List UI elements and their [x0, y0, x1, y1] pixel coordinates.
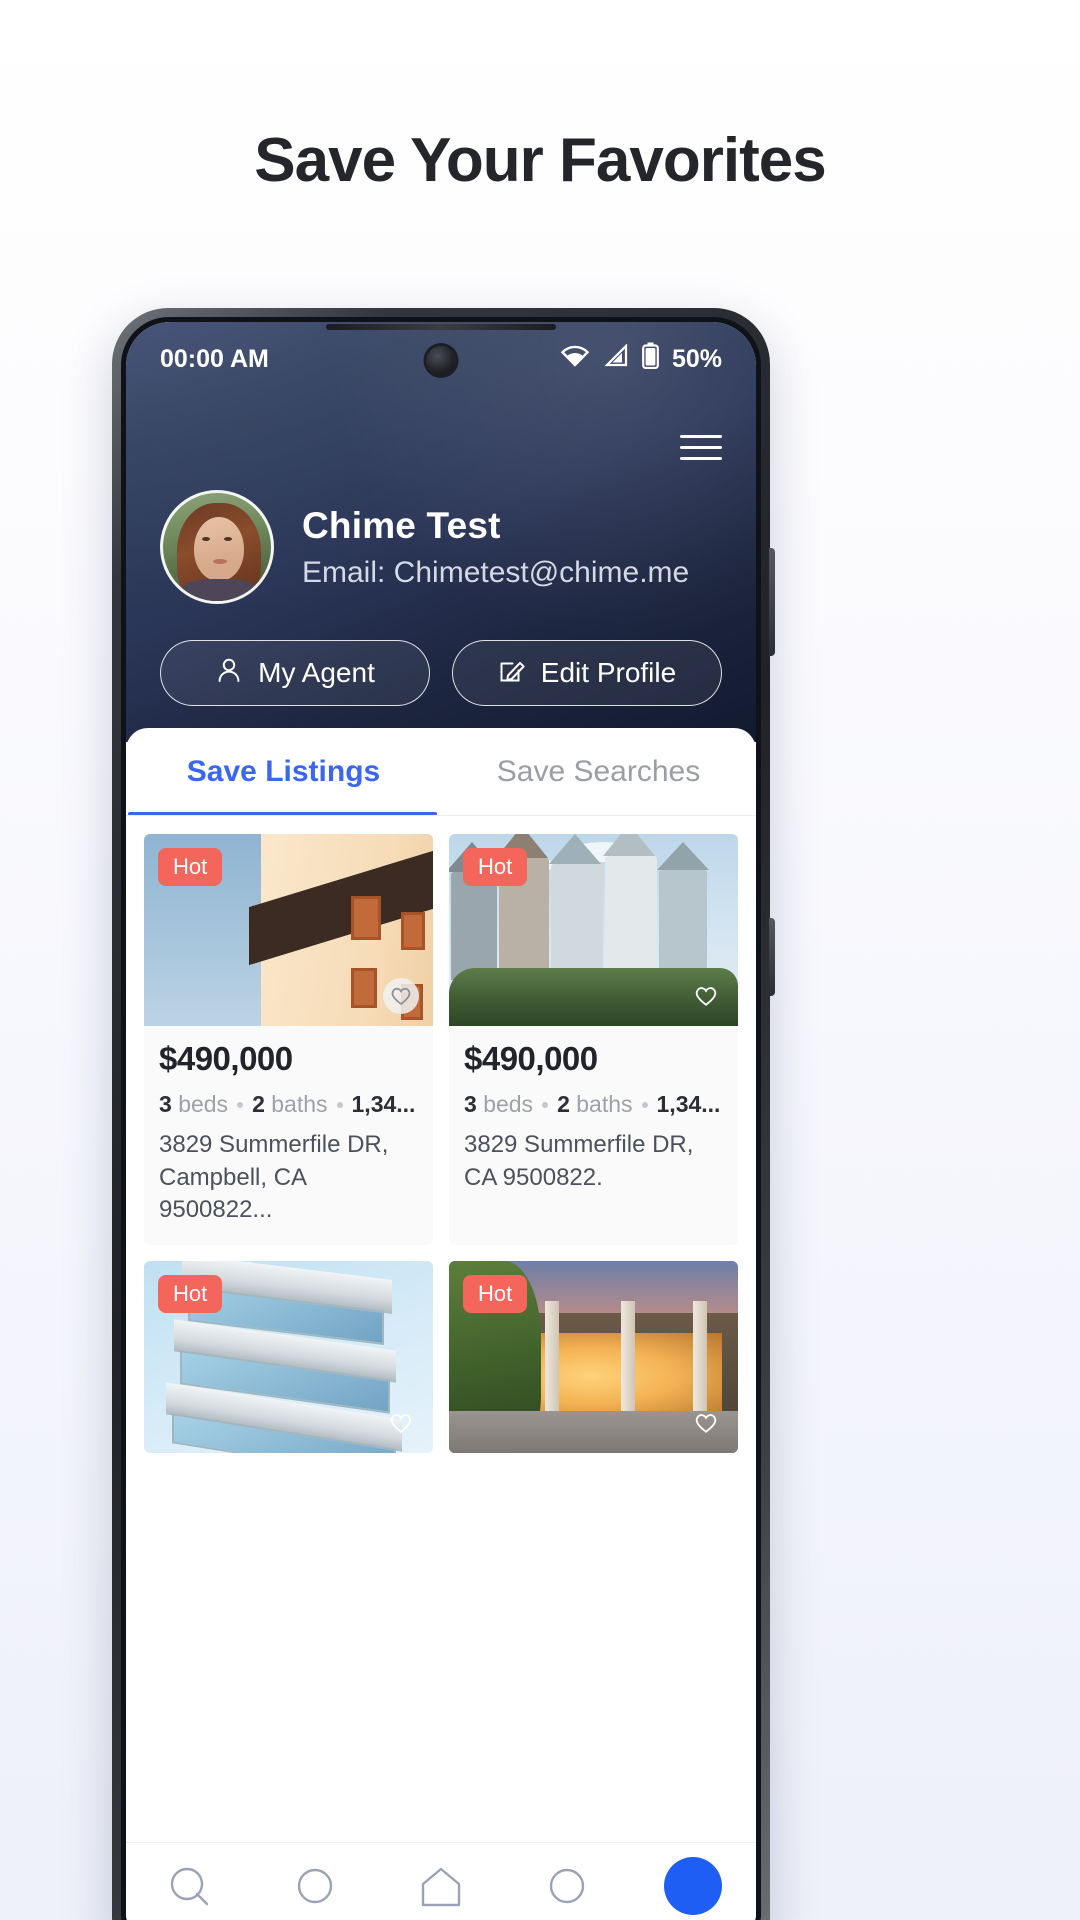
listing-price: $490,000 [464, 1040, 598, 1077]
phone-frame: 00:00 AM 50% Chime Test Email: Chimetest… [112, 308, 775, 1920]
tab-bar: Save Listings Save Searches [126, 728, 756, 816]
circle-icon[interactable] [286, 1857, 344, 1915]
listing-card[interactable]: Hot [449, 1260, 738, 1453]
earpiece-speaker [326, 324, 556, 330]
person-icon [215, 656, 243, 691]
hamburger-menu-icon[interactable] [680, 430, 722, 464]
hot-badge: Hot [463, 848, 528, 886]
baths-label: baths [271, 1091, 328, 1117]
beds-count: 3 [464, 1091, 477, 1117]
baths-count: 2 [557, 1091, 570, 1117]
status-time: 00:00 AM [160, 344, 269, 373]
sqft-value: 1,34... [656, 1091, 721, 1117]
listing-card[interactable]: Hot $490,000 3 beds 2 baths 1,34... 3829… [449, 834, 738, 1245]
tab-active-indicator [128, 812, 437, 816]
listing-card[interactable]: Hot [144, 1260, 433, 1453]
tab-save-listings[interactable]: Save Listings [126, 728, 441, 816]
profile-block: Chime Test Email: Chimetest@chime.me [126, 490, 756, 604]
listings-grid: Hot $490,000 3 beds 2 baths 1,34... 3829… [126, 816, 756, 1453]
favorite-heart-icon[interactable] [383, 978, 419, 1014]
profile-name: Chime Test [302, 504, 501, 546]
listing-specs: 3 beds 2 baths 1,34... [464, 1091, 723, 1118]
hot-badge: Hot [158, 848, 223, 886]
beds-count: 3 [159, 1091, 172, 1117]
beds-label: beds [483, 1091, 534, 1117]
content-sheet: Save Listings Save Searches Hot $490,000… [126, 728, 756, 1920]
battery-icon [642, 342, 659, 376]
my-agent-label: My Agent [258, 657, 375, 688]
listing-photo[interactable]: Hot [144, 834, 433, 1026]
avatar[interactable] [160, 490, 274, 604]
favorite-heart-icon[interactable] [688, 978, 724, 1014]
favorite-heart-icon[interactable] [383, 1405, 419, 1441]
listing-photo[interactable]: Hot [144, 1260, 433, 1453]
edit-profile-button[interactable]: Edit Profile [452, 640, 722, 706]
tab-save-searches[interactable]: Save Searches [441, 728, 756, 816]
signal-icon [603, 342, 629, 375]
volume-button[interactable] [769, 548, 775, 656]
edit-pencil-icon [498, 656, 526, 691]
favorite-heart-icon[interactable] [688, 1405, 724, 1441]
page-title: Save Your Favorites [254, 126, 826, 195]
edit-profile-label: Edit Profile [540, 657, 677, 688]
listing-address: 3829 Summerfile DR, CA 9500822. [464, 1131, 694, 1191]
search-icon[interactable] [160, 1857, 218, 1915]
listing-photo[interactable]: Hot [449, 834, 738, 1026]
phone-bezel: 00:00 AM 50% Chime Test Email: Chimetest… [121, 317, 761, 1920]
power-button[interactable] [769, 918, 775, 996]
battery-percent: 50% [671, 344, 722, 373]
header-actions: My Agent Edit Profile [126, 640, 756, 706]
baths-count: 2 [252, 1091, 265, 1117]
baths-label: baths [576, 1091, 633, 1117]
my-agent-button[interactable]: My Agent [160, 640, 430, 706]
listing-price: $490,000 [159, 1040, 293, 1077]
bottom-nav [126, 1842, 756, 1920]
listing-card[interactable]: Hot $490,000 3 beds 2 baths 1,34... 3829… [144, 834, 433, 1245]
listing-specs: 3 beds 2 baths 1,34... [159, 1091, 418, 1118]
home-icon[interactable] [412, 1857, 470, 1915]
phone-screen: 00:00 AM 50% Chime Test Email: Chimetest… [126, 322, 756, 1920]
app-header: 00:00 AM 50% Chime Test Email: Chimetest… [126, 322, 756, 742]
listing-photo[interactable]: Hot [449, 1260, 738, 1453]
beds-label: beds [178, 1091, 229, 1117]
sqft-value: 1,34... [351, 1091, 416, 1117]
circle-icon[interactable] [538, 1857, 596, 1915]
hot-badge: Hot [463, 1274, 528, 1313]
listing-address: 3829 Summerfile DR, Campbell, CA 9500822… [159, 1131, 389, 1224]
wifi-icon [560, 344, 590, 375]
hot-badge: Hot [158, 1274, 223, 1313]
front-camera [426, 346, 456, 375]
profile-accent-icon[interactable] [664, 1857, 722, 1915]
profile-email: Email: Chimetest@chime.me [302, 555, 690, 589]
